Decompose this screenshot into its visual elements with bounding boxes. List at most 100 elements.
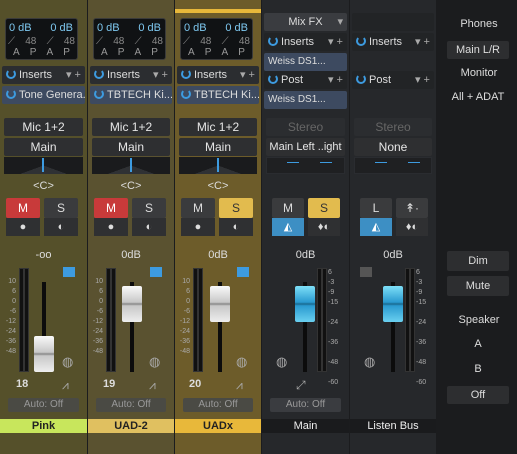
power-icon[interactable] <box>356 36 366 46</box>
link-icon[interactable]: ◍ <box>149 354 160 370</box>
meter-toggle-icon[interactable] <box>360 267 372 277</box>
automation-icon[interactable]: ⩘ <box>236 378 243 393</box>
p-label-2[interactable]: P <box>151 47 158 58</box>
phase-icon[interactable]: ◐ <box>44 218 78 236</box>
a-label-2[interactable]: A <box>222 47 229 58</box>
add-icon[interactable]: ▾ + <box>66 66 81 84</box>
mute-button[interactable]: M <box>181 198 215 218</box>
phase-icon[interactable]: ◐ <box>132 218 166 236</box>
p-label-2[interactable]: P <box>238 47 245 58</box>
power-icon[interactable] <box>181 89 191 99</box>
post-header[interactable]: Post ▾ + <box>264 71 347 89</box>
record-icon[interactable]: ● <box>181 218 215 236</box>
left-button[interactable]: L <box>360 198 392 218</box>
automation-mode[interactable]: Auto: Off <box>183 398 253 412</box>
power-icon[interactable] <box>6 69 16 79</box>
a-label[interactable]: A <box>188 47 195 58</box>
a-label[interactable]: A <box>101 47 108 58</box>
pan-control[interactable]: <C> <box>4 178 83 194</box>
power-icon[interactable] <box>268 36 278 46</box>
channel-name[interactable]: UADx <box>175 419 261 433</box>
channel-name[interactable]: Main <box>262 419 349 433</box>
mute-button[interactable]: M <box>6 198 40 218</box>
power-icon[interactable] <box>94 69 104 79</box>
volume-fader[interactable] <box>122 286 142 322</box>
volume-fader[interactable] <box>295 286 315 322</box>
solo-button[interactable]: S <box>132 198 166 218</box>
send-level[interactable] <box>354 157 432 174</box>
inserts-header[interactable]: Inserts ▾ + <box>264 33 347 51</box>
volume-fader[interactable] <box>383 286 403 322</box>
link-icon[interactable]: ◍ <box>236 354 247 370</box>
add-icon[interactable]: ▾ + <box>415 33 430 51</box>
phase-icon[interactable]: ◐ <box>219 218 253 236</box>
link-icon[interactable]: ◍ <box>364 354 375 370</box>
mono-icon[interactable]: ♦◐ <box>396 218 428 236</box>
output-select[interactable]: None <box>354 138 432 156</box>
speaker-a-button[interactable]: A <box>447 335 509 353</box>
automation-mode[interactable]: Auto: Off <box>96 398 166 412</box>
add-icon[interactable]: ▾ + <box>240 66 255 84</box>
dim-button[interactable]: Dim <box>447 251 509 271</box>
add-icon[interactable]: ▾ + <box>328 33 343 51</box>
send-level[interactable] <box>92 157 170 174</box>
dim-link-icon[interactable]: ⤢ <box>296 378 306 393</box>
power-icon[interactable] <box>6 89 16 99</box>
automation-icon[interactable]: ⩘ <box>62 378 69 393</box>
power-icon[interactable] <box>268 74 278 84</box>
insert-slot-1[interactable]: Weiss DS1... <box>264 53 347 71</box>
p-label-2[interactable]: P <box>63 47 70 58</box>
mix-fx-select[interactable]: Mix FX ▾ <box>264 13 347 31</box>
solo-button[interactable]: S <box>308 198 340 218</box>
p-label[interactable]: P <box>205 47 212 58</box>
meter-toggle-icon[interactable] <box>237 267 249 277</box>
monitor-select[interactable]: All + ADAT <box>447 88 509 106</box>
insert-slot-1[interactable]: TBTECH Ki... <box>90 86 172 104</box>
link-icon[interactable]: ◍ <box>276 354 287 370</box>
solo-button[interactable]: S <box>44 198 78 218</box>
chevron-down-icon[interactable]: ▾ <box>337 13 343 31</box>
link-icon[interactable]: ◍ <box>62 354 73 370</box>
dim-icon[interactable]: ◭ <box>272 218 304 236</box>
add-icon[interactable]: ▾ + <box>415 71 430 89</box>
send-level[interactable] <box>4 157 83 174</box>
send-level[interactable] <box>179 157 257 174</box>
post-slot-1[interactable]: Weiss DS1... <box>264 91 347 109</box>
channel-name[interactable]: Listen Bus <box>350 419 436 433</box>
volume-fader[interactable] <box>210 286 230 322</box>
automation-mode[interactable]: Auto: Off <box>270 398 341 412</box>
talkback-icon[interactable]: ↟· <box>396 198 428 218</box>
mute-button[interactable]: M <box>94 198 128 218</box>
input-select[interactable]: Mic 1+2 <box>92 118 170 136</box>
post-header[interactable]: Post ▾ + <box>352 71 434 89</box>
input-select[interactable]: Mic 1+2 <box>4 118 83 136</box>
meter-toggle-icon[interactable] <box>63 267 75 277</box>
mute-button[interactable]: M <box>272 198 304 218</box>
a-label-2[interactable]: A <box>47 47 54 58</box>
automation-mode[interactable]: Auto: Off <box>8 398 79 412</box>
phones-select[interactable]: Main L/R <box>447 41 509 59</box>
insert-slot-1[interactable]: TBTECH Ki... <box>177 86 259 104</box>
a-label-2[interactable]: A <box>135 47 142 58</box>
output-select[interactable]: Main Left ..ight <box>266 138 345 156</box>
send-level[interactable] <box>266 157 345 174</box>
p-label[interactable]: P <box>118 47 125 58</box>
solo-button[interactable]: S <box>219 198 253 218</box>
channel-name[interactable]: Pink <box>0 419 87 433</box>
add-icon[interactable]: ▾ + <box>328 71 343 89</box>
pan-control[interactable]: <C> <box>179 178 257 194</box>
inserts-header[interactable]: Inserts ▾ + <box>2 66 85 84</box>
output-select[interactable]: Main <box>92 138 170 156</box>
insert-slot-1[interactable]: Tone Genera... <box>2 86 85 104</box>
a-label[interactable]: A <box>13 47 20 58</box>
meter-toggle-icon[interactable] <box>150 267 162 277</box>
channel-name[interactable]: UAD-2 <box>88 419 174 433</box>
input-select[interactable]: Mic 1+2 <box>179 118 257 136</box>
power-icon[interactable] <box>356 74 366 84</box>
power-icon[interactable] <box>94 89 104 99</box>
mute-button[interactable]: Mute <box>447 276 509 296</box>
power-icon[interactable] <box>181 69 191 79</box>
speaker-b-button[interactable]: B <box>447 360 509 378</box>
inserts-header[interactable]: Inserts ▾ + <box>177 66 259 84</box>
speaker-off-button[interactable]: Off <box>447 386 509 404</box>
